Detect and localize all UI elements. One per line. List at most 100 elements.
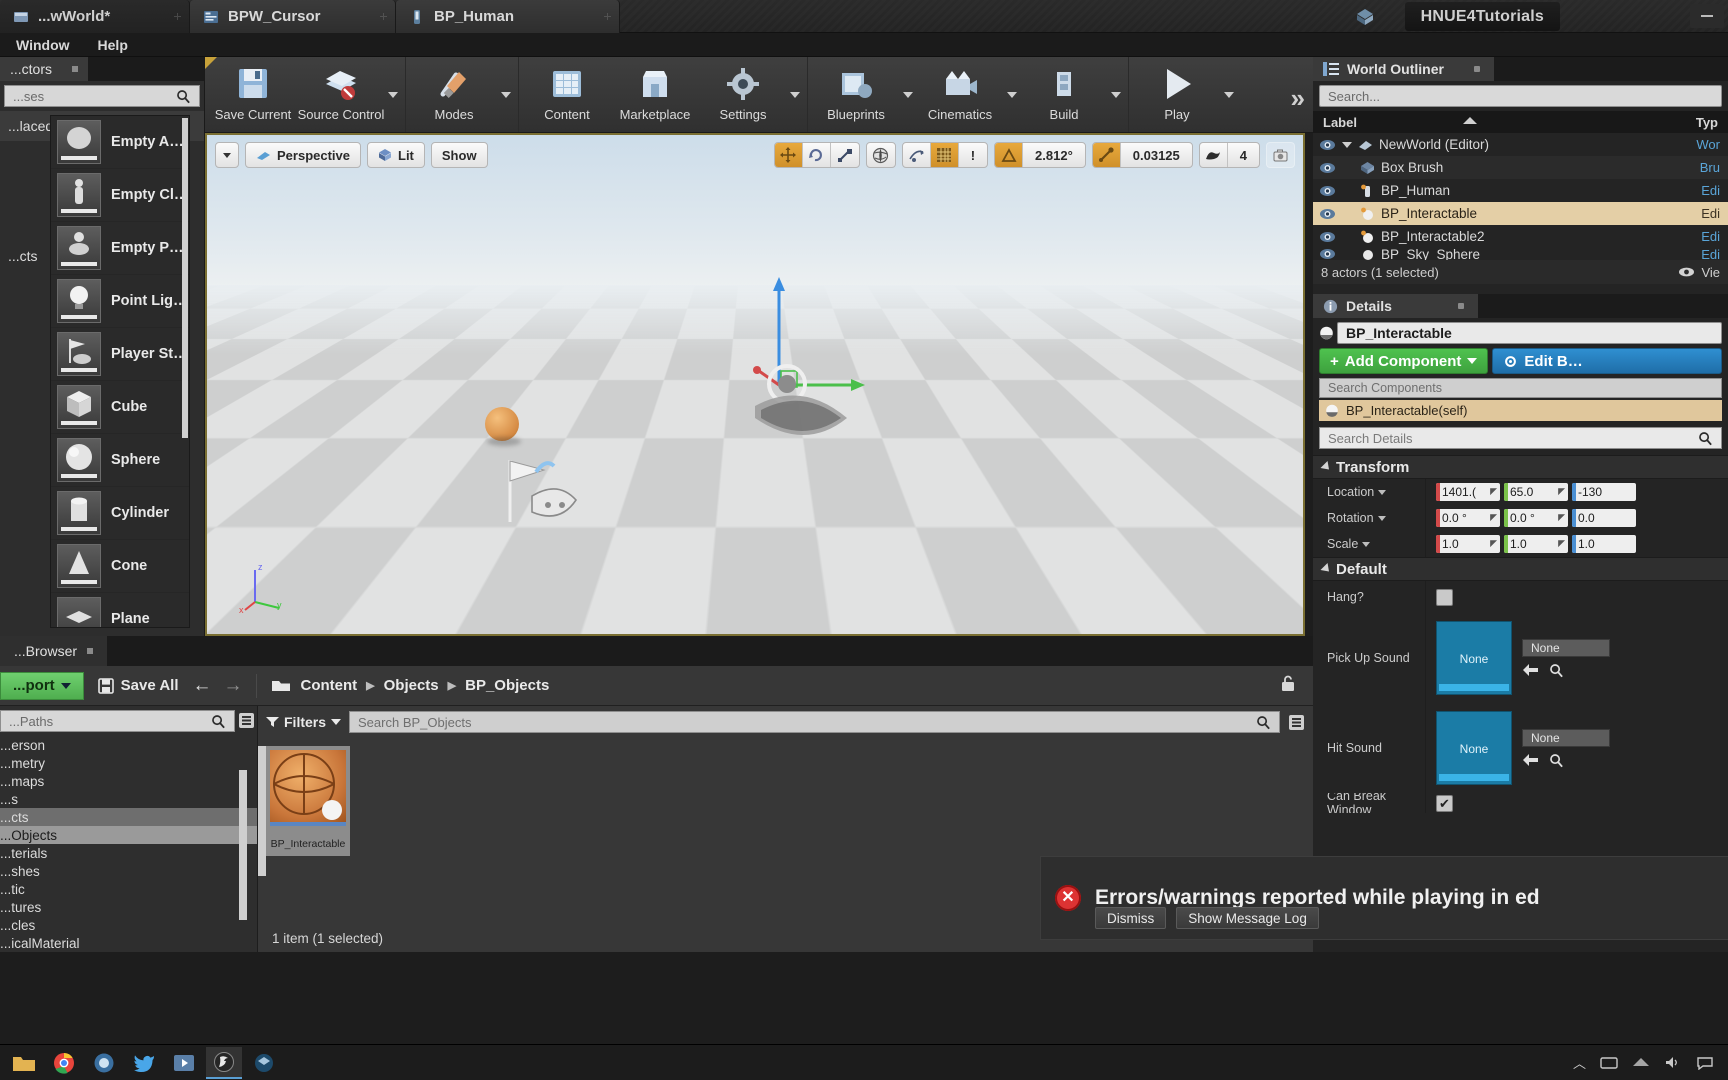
list-item[interactable]: Point Lig… bbox=[51, 275, 189, 328]
components-search-input[interactable]: Search Components bbox=[1319, 378, 1722, 398]
pickup-sound-combobox[interactable]: None bbox=[1522, 638, 1610, 657]
window-controls[interactable] bbox=[1690, 4, 1724, 28]
list-item[interactable]: Plane bbox=[51, 593, 189, 627]
file-explorer-icon[interactable] bbox=[6, 1047, 42, 1079]
grid-snap-value[interactable]: ! bbox=[959, 143, 987, 167]
tab-world-outliner[interactable]: World Outliner bbox=[1313, 57, 1494, 81]
camera-speed-icon[interactable] bbox=[1200, 143, 1228, 167]
rotation-y-input[interactable]: 0.0 ° ◤ bbox=[1504, 509, 1568, 527]
camera-speed-value[interactable]: 4 bbox=[1228, 143, 1259, 167]
breadcrumb-item-objects[interactable]: Objects bbox=[384, 677, 439, 694]
tree-item[interactable]: ...tic bbox=[0, 880, 257, 898]
outliner-row-bp-interactable2[interactable]: BP_Interactable2 Edi bbox=[1313, 225, 1728, 248]
column-label[interactable]: Label bbox=[1323, 115, 1357, 130]
tree-item-selected[interactable]: ...Objects bbox=[0, 826, 257, 844]
scale-snap-value[interactable]: 0.03125 bbox=[1121, 143, 1192, 167]
window-tab-0[interactable]: ...wWorld* bbox=[0, 0, 190, 33]
toolbar-overflow-button[interactable]: » bbox=[1291, 83, 1305, 114]
tree-item[interactable]: ...tures bbox=[0, 898, 257, 916]
save-current-button[interactable]: Save Current bbox=[209, 57, 297, 132]
tab-menu-dot[interactable] bbox=[1473, 66, 1480, 72]
tree-item[interactable]: ...terials bbox=[0, 844, 257, 862]
details-section-default[interactable]: Default bbox=[1313, 557, 1728, 581]
window-tab-1[interactable]: BPW_Cursor bbox=[190, 0, 396, 33]
epic-launcher-icon[interactable] bbox=[86, 1047, 122, 1079]
eye-icon[interactable] bbox=[1319, 207, 1336, 221]
show-message-log-button[interactable]: Show Message Log bbox=[1176, 907, 1319, 929]
outliner-row-bp-human[interactable]: BP_Human Edi bbox=[1313, 179, 1728, 202]
close-icon[interactable] bbox=[174, 13, 181, 20]
rotation-snap-icon[interactable] bbox=[995, 143, 1024, 167]
source-control-button[interactable]: Source Control bbox=[297, 57, 385, 132]
rotation-x-input[interactable]: 0.0 ° ◤ bbox=[1436, 509, 1500, 527]
back-arrow-icon[interactable]: ← bbox=[192, 675, 211, 697]
translate-gizmo-button[interactable] bbox=[774, 143, 803, 167]
selected-object-gear[interactable] bbox=[747, 360, 857, 455]
player-start-actor[interactable] bbox=[492, 450, 592, 535]
hit-sound-combobox[interactable]: None bbox=[1522, 728, 1610, 747]
outliner-row-newworld[interactable]: NewWorld (Editor) Wor bbox=[1313, 133, 1728, 156]
basketball-actor[interactable] bbox=[485, 407, 519, 441]
component-row-root[interactable]: BP_Interactable(self) bbox=[1319, 400, 1722, 421]
place-actors-list[interactable]: Empty A… Empty Cl… Empty P… Point Lig… P… bbox=[50, 115, 190, 628]
list-item[interactable]: Cone bbox=[51, 540, 189, 593]
list-item[interactable]: Empty P… bbox=[51, 222, 189, 275]
content-button[interactable]: Content bbox=[523, 57, 611, 132]
can-break-window-checkbox[interactable] bbox=[1436, 794, 1453, 812]
cinematics-dropdown-caret[interactable] bbox=[1004, 57, 1020, 132]
tree-item[interactable]: ...shes bbox=[0, 862, 257, 880]
asset-tile-bp-interactable[interactable]: BP_Interactable bbox=[266, 746, 350, 856]
view-mode-button[interactable]: Perspective bbox=[245, 142, 361, 168]
asset-scrollbar[interactable] bbox=[258, 746, 266, 876]
import-button[interactable]: ...port bbox=[0, 671, 84, 700]
grid-snap-icon[interactable] bbox=[930, 143, 959, 167]
tree-item[interactable]: ...maps bbox=[0, 772, 257, 790]
tree-item[interactable]: ...cts bbox=[0, 808, 257, 826]
scale-snap-icon[interactable] bbox=[1092, 143, 1121, 167]
menu-item-help[interactable]: Help bbox=[84, 33, 142, 57]
chrome-icon[interactable] bbox=[46, 1047, 82, 1079]
view-options-label[interactable]: Vie bbox=[1701, 265, 1720, 280]
blueprints-dropdown-caret[interactable] bbox=[900, 57, 916, 132]
tab-menu-dot[interactable] bbox=[1457, 303, 1464, 309]
tab-content-browser[interactable]: ...Browser bbox=[0, 636, 108, 666]
edit-blueprint-button[interactable]: Edit B… bbox=[1492, 348, 1722, 374]
asset-search-input[interactable]: Search BP_Objects bbox=[349, 711, 1280, 733]
hit-sound-thumbnail[interactable]: None bbox=[1436, 711, 1512, 785]
rotation-snap-value[interactable]: 2.812° bbox=[1023, 143, 1085, 167]
eye-icon[interactable] bbox=[1319, 184, 1336, 198]
lighting-mode-button[interactable]: Lit bbox=[367, 142, 425, 168]
outliner-row-bp-sky-sphere[interactable]: BP_Sky_Sphere Edi bbox=[1313, 248, 1728, 260]
expand-triangle-icon[interactable] bbox=[1342, 141, 1352, 148]
tab-menu-dot[interactable] bbox=[72, 66, 79, 72]
rotation-z-input[interactable]: 0.0 bbox=[1572, 509, 1636, 527]
close-icon[interactable] bbox=[380, 13, 387, 20]
volume-icon[interactable] bbox=[1664, 1055, 1682, 1070]
window-tab-2[interactable]: BP_Human bbox=[396, 0, 620, 33]
play-dropdown-caret[interactable] bbox=[1221, 57, 1237, 132]
modes-dropdown-caret[interactable] bbox=[498, 57, 514, 132]
chevron-down-icon[interactable] bbox=[1378, 489, 1387, 495]
column-type[interactable]: Typ bbox=[1696, 115, 1718, 130]
forward-arrow-icon[interactable]: → bbox=[223, 675, 242, 697]
scale-gizmo-button[interactable] bbox=[831, 143, 859, 167]
tab-details[interactable]: Details bbox=[1313, 294, 1478, 318]
list-item[interactable]: Sphere bbox=[51, 434, 189, 487]
spinner-icon[interactable]: ◤ bbox=[1558, 512, 1565, 523]
viewport-options-button[interactable] bbox=[215, 142, 239, 168]
browse-asset-icon[interactable] bbox=[1549, 753, 1564, 768]
marketplace-button[interactable]: Marketplace bbox=[611, 57, 699, 132]
action-center-icon[interactable] bbox=[1696, 1055, 1714, 1070]
source-control-dropdown-caret[interactable] bbox=[385, 57, 401, 132]
tree-item[interactable]: ...cles bbox=[0, 916, 257, 934]
close-icon[interactable] bbox=[604, 13, 611, 20]
location-x-input[interactable]: 1401.(◤ bbox=[1436, 483, 1500, 501]
unreal-project-icon[interactable] bbox=[246, 1047, 282, 1079]
sort-ascending-icon[interactable] bbox=[1463, 117, 1477, 124]
location-y-input[interactable]: 65.0 ◤ bbox=[1504, 483, 1568, 501]
lock-icon[interactable] bbox=[1279, 674, 1297, 693]
spinner-icon[interactable]: ◤ bbox=[1558, 538, 1565, 549]
screenshot-button[interactable] bbox=[1266, 142, 1295, 168]
details-section-transform[interactable]: Transform bbox=[1313, 455, 1728, 479]
unreal-editor-icon[interactable] bbox=[206, 1046, 242, 1079]
